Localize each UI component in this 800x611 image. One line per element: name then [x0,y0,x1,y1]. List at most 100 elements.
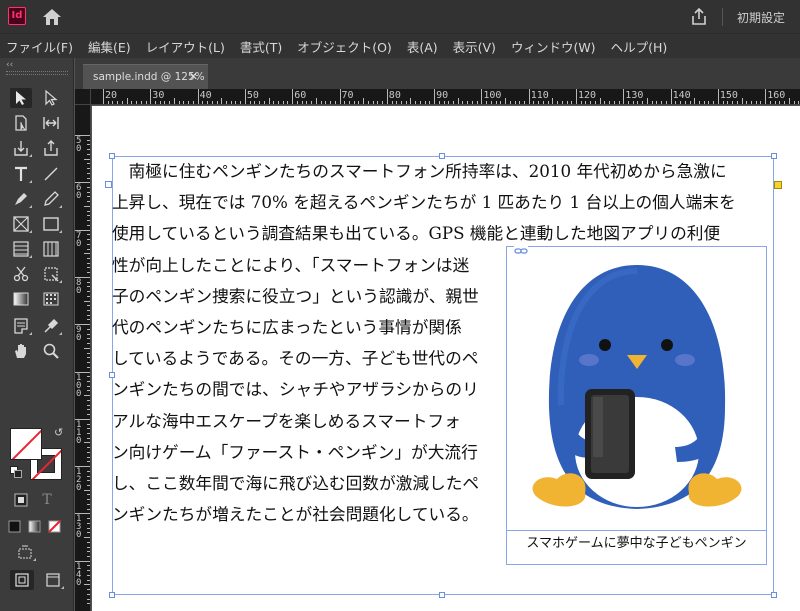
rectangle-frame-tool-icon[interactable] [10,214,32,234]
text-line: 使用しているという調査結果も出ている。GPS 機能と連動した地図アプリの利便 [112,223,721,244]
selection-tool-icon[interactable] [10,88,32,108]
gap-tool-icon[interactable] [40,113,62,133]
home-icon[interactable] [42,8,62,26]
ruler-minor-tick [87,314,90,316]
menu-object[interactable]: オブジェクト(O) [297,37,392,56]
ruler-minor-tick [372,101,374,104]
ruler-minor-tick [84,253,90,255]
fill-swatch[interactable] [10,428,42,460]
formatting-container-icon[interactable] [10,490,32,510]
menu-window[interactable]: ウィンドウ(W) [511,37,596,56]
vertical-grid-tool-icon[interactable] [40,239,62,259]
page-tool-icon[interactable] [10,113,32,133]
zoom-tool-icon[interactable] [40,341,62,361]
pencil-tool-icon[interactable] [40,189,62,209]
menu-type[interactable]: 書式(T) [240,37,282,56]
ruler-major-tick [670,89,672,104]
ruler-minor-tick [665,101,667,104]
hand-tool-icon[interactable] [10,341,32,361]
text-in-port[interactable] [105,181,112,188]
formatting-text-icon[interactable]: T [36,490,58,510]
ruler-label: 40 [199,90,212,101]
ruler-minor-tick [741,98,743,104]
ruler-minor-tick [87,333,90,335]
ruler-minor-tick [87,409,90,411]
menu-help[interactable]: ヘルプ(H) [611,37,668,56]
ruler-minor-tick [254,101,256,104]
ruler-origin[interactable] [75,89,91,105]
menu-table[interactable]: 表(A) [407,37,438,56]
swap-fill-stroke-icon[interactable]: ↺ [54,426,63,439]
apply-gradient-icon[interactable] [26,516,44,536]
frame-handle[interactable] [439,592,445,598]
rectangle-tool-icon[interactable] [40,214,62,234]
ruler-minor-tick [793,101,795,104]
frame-handle[interactable] [771,592,777,598]
ruler-minor-tick [87,579,90,581]
ruler-minor-tick [87,234,90,236]
free-transform-tool-icon[interactable] [40,264,62,284]
document-tab[interactable]: sample.indd @ 125% ✕ [83,64,208,89]
ruler-minor-tick [462,101,464,104]
menu-edit[interactable]: 編集(E) [88,37,131,56]
type-tool-icon[interactable] [10,164,32,184]
menu-layout[interactable]: レイアウト(L) [146,37,225,56]
frame-handle[interactable] [109,592,115,598]
ruler-label: 110 [76,419,82,446]
ruler-minor-tick [566,101,568,104]
gradient-swatch-tool-icon[interactable] [10,289,32,309]
line-tool-icon[interactable] [40,164,62,184]
image-frame[interactable]: スマホゲームに夢中な子どもペンギン [506,241,767,565]
pen-tool-icon[interactable] [10,189,32,209]
content-collector-icon[interactable] [10,138,32,158]
ruler-minor-tick [87,187,90,189]
penguin-with-smartphone-image[interactable] [517,257,757,517]
ruler-major-tick [576,89,577,104]
direct-selection-tool-icon[interactable] [40,88,62,108]
ruler-minor-tick [751,101,752,104]
gradient-feather-tool-icon[interactable] [40,289,62,309]
ruler-minor-tick [268,98,270,104]
normal-view-mode-icon[interactable] [10,570,34,590]
ruler-minor-tick [145,101,147,104]
screen-mode-icon[interactable] [14,542,36,562]
content-placer-icon[interactable] [40,138,62,158]
horizontal-grid-tool-icon[interactable] [10,239,32,259]
ruler-label: 50 [76,136,82,154]
workspace-switcher[interactable]: 初期設定 [737,9,785,26]
vertical-ruler[interactable]: 50 60 70 80 90 100 110 120 130 140 [75,105,91,611]
ruler-minor-tick [424,101,426,104]
note-tool-icon[interactable] [10,316,32,336]
apply-color-icon[interactable] [6,516,24,536]
document-canvas[interactable]: 南極に住むペンギンたちのスマートフォン所持率は、2010 年代初めから急激に 上… [92,106,800,611]
panel-grip[interactable] [6,71,68,75]
ruler-minor-tick [84,205,90,207]
text-line: 上昇し、現在では 70% を超えるペンギンたちが 1 匹あたり 1 台以上の個人… [112,192,736,213]
ruler-minor-tick [755,101,757,104]
image-caption[interactable]: スマホゲームに夢中な子どもペンギン [507,530,766,564]
close-icon[interactable]: ✕ [189,65,198,89]
ruler-minor-tick [353,101,355,104]
share-icon[interactable] [690,7,708,26]
tools-panel: ‹‹ ↺ T [0,58,74,611]
fill-stroke-proxy[interactable]: ↺ [10,426,66,486]
menu-bar: ファイル(F) 編集(E) レイアウト(L) 書式(T) オブジェクト(O) 表… [0,34,800,58]
scissors-tool-icon[interactable] [10,264,32,284]
ruler-minor-tick [155,101,157,104]
eyedropper-tool-icon[interactable] [40,316,62,336]
ruler-label: 60 [294,90,307,101]
ruler-label: 30 [152,90,165,101]
ruler-minor-tick [585,101,587,104]
ruler-label: 120 [578,90,597,101]
link-icon[interactable] [514,241,528,254]
default-fill-stroke-icon[interactable] [10,466,22,478]
ruler-minor-tick [87,210,90,212]
ruler-major-tick [717,89,719,104]
horizontal-ruler[interactable]: 20 30 40 50 60 70 80 90 100 110 120 130 140 150 160 [91,89,800,105]
menu-file[interactable]: ファイル(F) [6,37,73,56]
menu-view[interactable]: 表示(V) [453,37,496,56]
preview-mode-icon[interactable] [42,570,64,590]
apply-none-icon[interactable] [46,516,64,536]
collapse-panel-button[interactable]: ‹‹ [6,60,13,70]
ruler-major-tick [481,89,483,104]
